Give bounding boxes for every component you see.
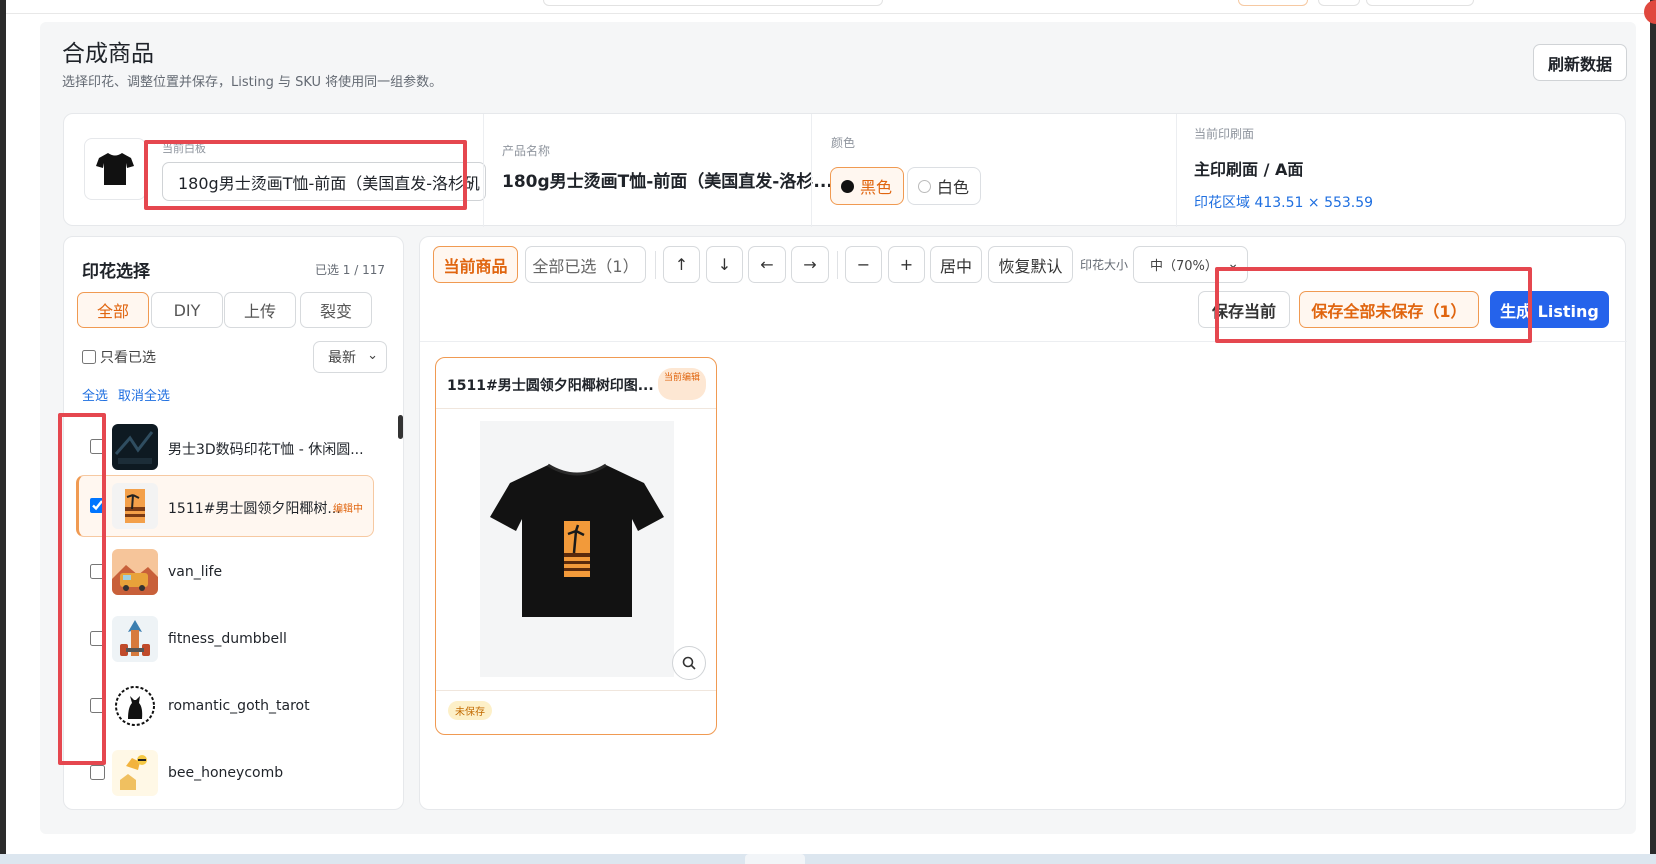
only-selected-toggle[interactable]: 只看已选 (82, 347, 156, 367)
divider (655, 251, 656, 279)
color-option-label: 黑色 (860, 178, 893, 197)
magnifier-icon (682, 656, 696, 670)
taskbar-handle (745, 854, 805, 864)
only-selected-label: 只看已选 (100, 350, 156, 366)
list-item[interactable]: romantic_goth_tarot (76, 676, 374, 738)
print-list: 男士3D数码印花T恤 - 休闲圆... 1511#男士圆领夕阳椰树... 编辑中… (64, 417, 400, 809)
print-face-value: 主印刷面 / A面 (1194, 160, 1304, 179)
print-area-text: 印花区域 413.51 × 553.59 (1194, 195, 1374, 211)
annotation-box-actions (1215, 267, 1532, 343)
print-size-value: 中（70%） (1150, 259, 1218, 274)
color-option-label: 白色 (937, 178, 970, 197)
page-title: 合成商品 (62, 41, 154, 67)
divider (811, 114, 812, 227)
item-name: romantic_goth_tarot (168, 698, 310, 714)
move-right-button[interactable]: → (791, 246, 829, 283)
dark-pattern-thumb-icon (112, 424, 158, 470)
center-button[interactable]: 居中 (930, 246, 982, 283)
move-up-button[interactable]: ↑ (663, 246, 700, 283)
template-thumbnail (84, 138, 146, 200)
all-selected-button[interactable]: 全部已选（1） (525, 246, 646, 283)
top-pill (1366, 0, 1474, 6)
item-name: fitness_dumbbell (168, 631, 287, 647)
page-subtitle: 选择印花、调整位置并保存，Listing 与 SKU 将使用同一组参数。 (62, 75, 443, 90)
product-preview-image (480, 421, 674, 677)
address-bar-edge (543, 0, 883, 6)
list-item[interactable]: bee_honeycomb (76, 743, 374, 805)
move-down-button[interactable]: ↓ (706, 246, 743, 283)
product-name-label: 产品名称 (502, 144, 551, 158)
tshirt-mockup-icon (490, 463, 664, 617)
chevron-down-icon: ⌄ (465, 172, 477, 188)
current-product-button[interactable]: 当前商品 (433, 246, 518, 283)
black-dot-icon (841, 179, 854, 193)
sunset-palm-thumb-icon (112, 483, 158, 529)
divider (483, 114, 484, 227)
product-card-title: 1511#男士圆领夕阳椰树印图... (447, 378, 654, 394)
print-selection-panel: 印花选择 已选 1 / 117 全部 DIY 上传 裂变 只看已选 最新 ⌄ 全… (63, 236, 404, 810)
enlarge-button[interactable]: + (888, 246, 925, 283)
shrink-button[interactable]: − (845, 246, 882, 283)
only-selected-checkbox[interactable] (82, 350, 96, 364)
print-face-label: 当前印刷面 (1194, 127, 1255, 141)
move-left-button[interactable]: ← (748, 246, 786, 283)
divider (837, 251, 838, 279)
item-name: 男士3D数码印花T恤 - 休闲圆... (168, 442, 364, 458)
item-name: bee_honeycomb (168, 765, 284, 781)
selected-count: 已选 1 / 117 (314, 263, 385, 277)
reset-default-button[interactable]: 恢复默认 (988, 246, 1073, 283)
chevron-down-icon: ⌄ (367, 348, 378, 363)
tshirt-icon (96, 153, 134, 185)
refresh-data-button[interactable]: 刷新数据 (1533, 44, 1627, 81)
bee-thumb-icon (112, 750, 158, 796)
browser-top-strip (0, 0, 1656, 14)
select-all-link[interactable]: 全选 (82, 385, 108, 404)
top-pill-orange (1238, 0, 1308, 6)
divider (1176, 114, 1177, 227)
tab-diy[interactable]: DIY (151, 292, 223, 328)
item-checkbox[interactable] (90, 765, 105, 780)
dumbbell-thumb-icon (112, 616, 158, 662)
tab-upload[interactable]: 上传 (224, 292, 296, 328)
white-dot-icon (918, 179, 931, 193)
list-item[interactable]: fitness_dumbbell (76, 609, 374, 671)
item-name: van_life (168, 564, 223, 580)
deselect-all-link[interactable]: 取消全选 (118, 385, 170, 404)
print-size-label: 印花大小 (1080, 258, 1129, 272)
tab-all[interactable]: 全部 (77, 292, 149, 328)
list-item[interactable]: 男士3D数码印花T恤 - 休闲圆... (76, 417, 374, 479)
annotation-box-template (144, 140, 467, 210)
left-window-edge (0, 0, 6, 864)
product-name-value: 180g男士烫画T恤-前面（美国直发-洛杉... (502, 172, 833, 192)
color-label: 颜色 (831, 136, 856, 150)
divider (436, 408, 716, 409)
taskbar-edge (0, 854, 1656, 864)
editing-tag: 编辑中 (333, 504, 363, 515)
top-pill (1318, 0, 1360, 6)
color-option-black[interactable]: 黑色 (830, 167, 904, 205)
product-card[interactable]: 1511#男士圆领夕阳椰树印图... 当前编辑 未保存 (435, 357, 717, 735)
sort-select[interactable]: 最新 ⌄ (313, 341, 387, 373)
list-item[interactable]: van_life (76, 542, 374, 604)
tab-variants[interactable]: 裂变 (300, 292, 372, 328)
avatar (1644, 0, 1656, 24)
unsaved-badge: 未保存 (448, 701, 492, 720)
color-option-white[interactable]: 白色 (907, 167, 981, 205)
cat-tarot-thumb-icon (112, 683, 158, 729)
annotation-box-checkboxes (58, 413, 106, 765)
print-selection-title: 印花选择 (82, 262, 150, 282)
zoom-preview-button[interactable] (672, 646, 706, 680)
sort-value: 最新 (328, 350, 356, 366)
divider (436, 690, 716, 691)
van-thumb-icon (112, 549, 158, 595)
item-name: 1511#男士圆领夕阳椰树... (168, 501, 341, 517)
current-edit-badge: 当前编辑 (658, 368, 706, 400)
list-item[interactable]: 1511#男士圆领夕阳椰树... 编辑中 (76, 475, 374, 537)
right-window-edge (1644, 0, 1656, 864)
